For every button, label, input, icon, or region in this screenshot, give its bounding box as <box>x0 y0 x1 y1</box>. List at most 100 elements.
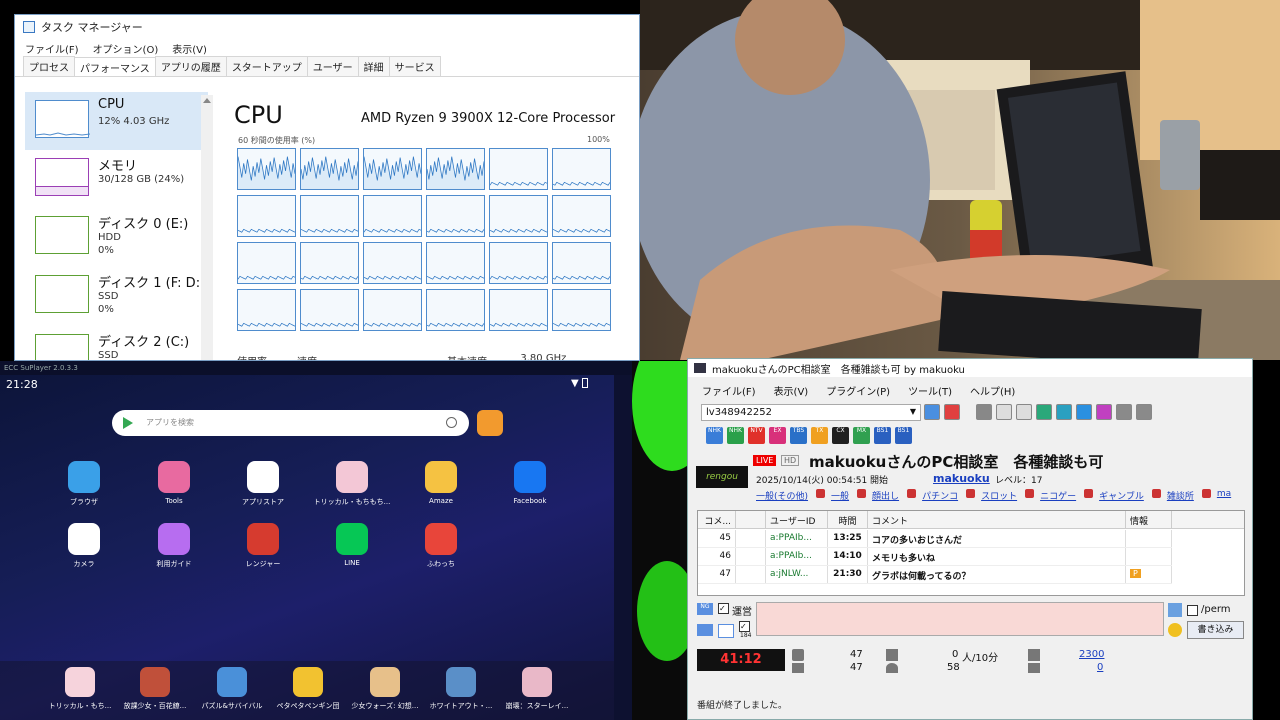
table-row[interactable]: 47 a:jNLW... 21:30 グラボは何載ってるの？ P <box>698 566 1172 584</box>
plugin-icon[interactable] <box>1096 404 1112 420</box>
channel-button[interactable]: CX <box>832 427 849 444</box>
unei-checkbox[interactable]: ✓ <box>718 603 729 614</box>
perm-checkbox[interactable] <box>1187 605 1198 616</box>
channel-button[interactable]: NHK <box>706 427 723 444</box>
home2-app-0[interactable]: カメラ <box>44 523 124 569</box>
brush-icon[interactable] <box>1168 603 1182 617</box>
search-icon[interactable] <box>446 417 457 428</box>
table-row[interactable]: 46 a:PPAIb... 14:10 メモリも多いね <box>698 548 1172 566</box>
tab-details[interactable]: 詳細 <box>357 56 390 76</box>
category-tag[interactable]: 一般 <box>831 489 849 502</box>
list-icon[interactable] <box>718 624 734 638</box>
side-item-memory[interactable]: メモリ 30/128 GB (24%) <box>25 150 208 208</box>
category-tag[interactable]: 顔出し <box>872 489 899 502</box>
home-app-0[interactable]: ブラウザ <box>44 461 124 507</box>
tab-startup[interactable]: スタートアップ <box>225 56 308 76</box>
anonymous-checkbox[interactable]: ✓ <box>739 621 750 632</box>
channel-button[interactable]: TBS <box>790 427 807 444</box>
tab-processes[interactable]: プロセス <box>23 56 75 76</box>
category-tag[interactable]: スロット <box>981 489 1017 502</box>
keyboard-icon[interactable] <box>697 624 713 636</box>
owner-link[interactable]: makuoku <box>933 472 990 485</box>
channel-button[interactable]: TX <box>811 427 828 444</box>
home2-app-3[interactable]: LINE <box>312 523 392 567</box>
home-app-3[interactable]: トリッカル・もちもち... <box>312 461 392 507</box>
dock-app-2[interactable]: パズル&サバイバル <box>192 667 272 711</box>
disconnect-icon[interactable] <box>944 404 960 420</box>
info-icon[interactable] <box>1076 404 1092 420</box>
live-id-combo[interactable]: lv348942252 ▼ <box>701 404 921 421</box>
cv-menu-help[interactable]: ヘルプ(H) <box>970 383 1015 398</box>
connect-icon[interactable] <box>924 404 940 420</box>
side-item-cpu[interactable]: CPU 12% 4.03 GHz <box>25 92 208 150</box>
write-button[interactable]: 書き込み <box>1187 621 1244 639</box>
cv-menu-file[interactable]: ファイル(F) <box>702 383 756 398</box>
cv-menu-tools[interactable]: ツール(T) <box>908 383 952 398</box>
tool-icon-2[interactable] <box>1016 404 1032 420</box>
tab-app-history[interactable]: アプリの履歴 <box>154 56 227 76</box>
category-tag[interactable]: ma <box>1217 489 1231 502</box>
col-info[interactable]: 情報 <box>1126 511 1172 528</box>
settings-icon[interactable] <box>1116 404 1132 420</box>
cv-menu-view[interactable]: 表示(V) <box>774 383 809 398</box>
comment-info <box>1126 548 1172 565</box>
ng-icon[interactable]: NG <box>697 603 713 615</box>
tm-menu-options[interactable]: オプション(O) <box>93 41 159 56</box>
col-comment[interactable]: コメント <box>868 511 1126 528</box>
tm-menu-view[interactable]: 表示(V) <box>172 41 207 56</box>
col-time[interactable]: 時間 <box>828 511 868 528</box>
channel-button[interactable]: BS1 <box>874 427 891 444</box>
tab-services[interactable]: サービス <box>388 56 441 76</box>
col-user-id[interactable]: ユーザーID <box>766 511 828 528</box>
home2-app-1[interactable]: 利用ガイド <box>134 523 214 569</box>
dock-app-5[interactable]: ホワイトアウト・... <box>421 667 501 711</box>
category-tag[interactable]: ニコゲー <box>1040 489 1076 502</box>
refresh-icon[interactable] <box>976 404 992 420</box>
home-app-4[interactable]: Amaze <box>401 461 481 505</box>
col-no[interactable]: コメ... <box>698 511 736 528</box>
home2-app-4[interactable]: ふわっち <box>401 523 481 569</box>
table-row[interactable]: 45 a:PPAIb... 13:25 コアの多いおじさんだ <box>698 530 1172 548</box>
side-item-disk0[interactable]: ディスク 0 (E:) HDD 0% <box>25 208 208 266</box>
cv-menu-plugin[interactable]: プラグイン(P) <box>826 383 890 398</box>
home2-app-2[interactable]: レンジャー <box>223 523 303 569</box>
emoji-icon[interactable] <box>1168 623 1182 637</box>
col-blank[interactable] <box>736 511 766 528</box>
emulator-titlebar[interactable]: ECC SuPlayer 2.0.3.3 <box>0 361 632 375</box>
channel-button[interactable]: NTV <box>748 427 765 444</box>
dock-app-1[interactable]: 放課少女・百花繚... <box>115 667 195 711</box>
dock-app-3[interactable]: ペタペタペンギン団 <box>268 667 348 711</box>
category-tag[interactable]: ギャンブル <box>1099 489 1144 502</box>
tm-titlebar[interactable]: タスク マネージャー <box>15 15 639 39</box>
category-tag[interactable]: 雑談所 <box>1167 489 1194 502</box>
tool-icon-1[interactable] <box>996 404 1012 420</box>
dock-app-4[interactable]: 少女ウォーズ: 幻想... <box>345 667 425 711</box>
side-item-disk2[interactable]: ディスク 2 (C:) SSD <box>25 326 208 360</box>
dock-app-0[interactable]: トリッカル・もち... <box>40 667 120 711</box>
tm-menu-file[interactable]: ファイル(F) <box>25 41 79 56</box>
side-item-disk1[interactable]: ディスク 1 (F: D:) SSD 0% <box>25 267 208 325</box>
gift-points[interactable]: 0 <box>1097 662 1103 673</box>
category-tag[interactable]: 一般(その他) <box>756 489 808 502</box>
category-tag[interactable]: パチンコ <box>922 489 958 502</box>
channel-button[interactable]: NHK <box>727 427 744 444</box>
home-app-2[interactable]: アプリストア <box>223 461 303 507</box>
download-icon[interactable] <box>1036 404 1052 420</box>
channel-button[interactable]: BS1 <box>895 427 912 444</box>
tab-users[interactable]: ユーザー <box>306 56 359 76</box>
app-search-bar[interactable]: アプリを検索 <box>112 410 469 436</box>
dock-app-6[interactable]: 崩壊：スターレイ... <box>497 667 577 711</box>
users-icon[interactable] <box>1056 404 1072 420</box>
cv-titlebar[interactable]: makuokuさんのPC相談室 各種雑談も可 by makuoku <box>688 359 1252 377</box>
home-app-5[interactable]: Facebook <box>490 461 570 505</box>
gift-icon[interactable] <box>477 410 503 436</box>
tab-performance[interactable]: パフォーマンス <box>74 57 156 76</box>
channel-button[interactable]: EX <box>769 427 786 444</box>
gear-icon[interactable] <box>1136 404 1152 420</box>
tm-sidebar-scrollbar[interactable] <box>201 95 213 360</box>
comment-input[interactable] <box>756 602 1164 636</box>
ad-points[interactable]: 2300 <box>1079 649 1104 660</box>
channel-button[interactable]: MX <box>853 427 870 444</box>
emulator-side-toolbar[interactable] <box>614 375 632 720</box>
home-app-1[interactable]: Tools <box>134 461 214 505</box>
